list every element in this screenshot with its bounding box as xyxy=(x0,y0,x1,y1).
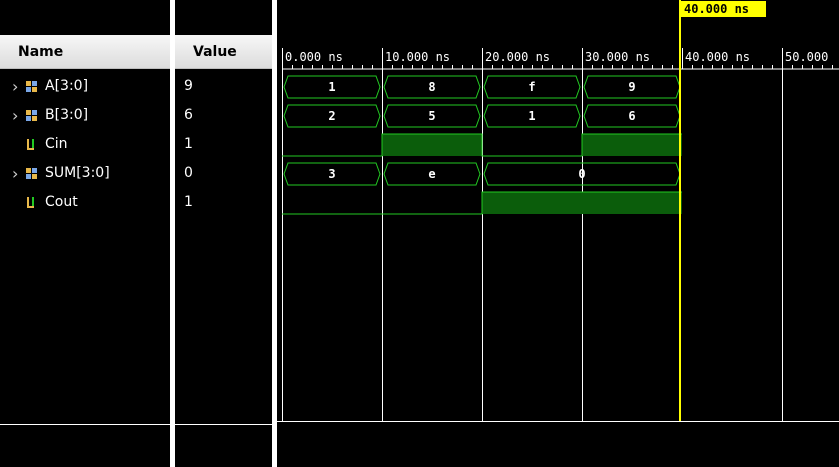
signal-row[interactable]: › A[3:0] 9 xyxy=(0,72,272,101)
bus-value-label: 2 xyxy=(328,109,335,123)
bus-value-label: e xyxy=(428,167,435,181)
ruler-label: 30.000 ns xyxy=(585,50,650,64)
signal-name: Cout xyxy=(45,194,78,210)
ruler-label: 20.000 ns xyxy=(485,50,550,64)
ruler-label: 10.000 ns xyxy=(385,50,450,64)
expand-chevron-icon[interactable]: › xyxy=(12,101,18,130)
signal-name: Cin xyxy=(45,136,68,152)
bus-value-label: 9 xyxy=(628,80,635,94)
signal-value: 6 xyxy=(184,107,193,123)
signal-value: 9 xyxy=(184,78,193,94)
signal-name: A[3:0] xyxy=(45,78,89,94)
bus-value-label: 0 xyxy=(578,167,585,181)
bus-value-label: 5 xyxy=(428,109,435,123)
signal-row[interactable]: Cin 1 xyxy=(0,130,272,159)
bit-signal-icon xyxy=(27,139,34,150)
name-pane xyxy=(0,0,170,467)
bus-value-label: 6 xyxy=(628,109,635,123)
high-level-fill xyxy=(582,134,682,156)
ruler-label: 40.000 ns xyxy=(685,50,750,64)
signal-row[interactable]: › SUM[3:0] 0 xyxy=(0,159,272,188)
cursor-label: 40.000 ns xyxy=(684,2,749,16)
signal-row[interactable]: › B[3:0] 6 xyxy=(0,101,272,130)
high-level-fill xyxy=(382,134,482,156)
signal-row[interactable]: Cout 1 xyxy=(0,188,272,217)
signal-value: 0 xyxy=(184,165,193,181)
signal-value: 1 xyxy=(184,194,193,210)
bus-signal-icon xyxy=(26,110,37,121)
bus-value-label: 3 xyxy=(328,167,335,181)
bit-signal-icon xyxy=(27,197,34,208)
bus-value-label: f xyxy=(528,80,535,94)
high-level-fill xyxy=(482,192,582,214)
value-pane xyxy=(175,0,272,467)
bus-signal-icon xyxy=(26,168,37,179)
ruler-label: 50.000 xyxy=(785,50,828,64)
name-column-header[interactable]: Name xyxy=(0,35,170,69)
name-pane-divider xyxy=(0,424,170,425)
waveform-canvas[interactable]: 0.000 ns 10.000 ns 20.000 ns 30.000 ns 40.00… xyxy=(277,0,839,467)
value-column-header[interactable]: Value xyxy=(175,35,272,69)
bus-value-label: 1 xyxy=(528,109,535,123)
ruler-label: 0.000 ns xyxy=(285,50,343,64)
signal-name: SUM[3:0] xyxy=(45,165,110,181)
expand-chevron-icon[interactable]: › xyxy=(12,159,18,188)
signal-value: 1 xyxy=(184,136,193,152)
high-level-fill xyxy=(582,192,682,214)
bus-signal-icon xyxy=(26,81,37,92)
signal-name: B[3:0] xyxy=(45,107,89,123)
value-pane-divider xyxy=(175,424,272,425)
expand-chevron-icon[interactable]: › xyxy=(12,72,18,101)
bus-value-label: 1 xyxy=(328,80,335,94)
bus-value-label: 8 xyxy=(428,80,435,94)
